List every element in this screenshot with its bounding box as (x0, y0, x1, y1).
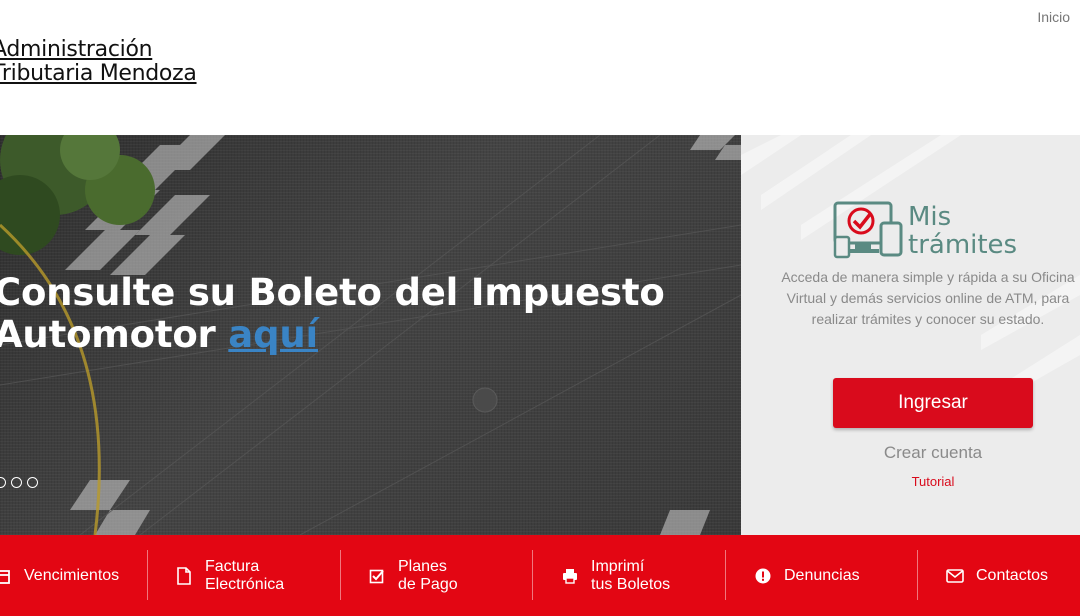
nav-vencimientos[interactable]: Vencimientos (0, 535, 119, 616)
nav-denuncias[interactable]: Denuncias (754, 535, 860, 616)
alert-icon (754, 567, 772, 585)
nav-divider (340, 550, 341, 600)
tutorial-link[interactable]: Tutorial (833, 474, 1033, 489)
checkbox-icon (368, 567, 386, 585)
nav-factura-electronica[interactable]: Factura Electrónica (175, 535, 284, 616)
nav-divider (532, 550, 533, 600)
nav-label: Imprimí tus Boletos (591, 557, 671, 593)
carousel-indicators (0, 477, 38, 488)
printer-icon (561, 567, 579, 585)
calendar-icon (0, 567, 12, 585)
page: Inicio Administración Tributaria Mendoza (0, 0, 1080, 616)
document-icon (175, 566, 193, 585)
nav-label: Vencimientos (24, 566, 120, 584)
hero-headline-text: Consulte su Boleto del Impuesto Automoto… (0, 271, 665, 356)
mis-tramites-brand: Mis trámites (908, 203, 1017, 259)
nav-imprimi-tus-boletos[interactable]: Imprimí tus Boletos (561, 535, 670, 616)
hero-headline: Consulte su Boleto del Impuesto Automoto… (0, 272, 694, 356)
nav-divider (917, 550, 918, 600)
brand-line-1: Mis (908, 202, 952, 232)
ingresar-button[interactable]: Ingresar (833, 378, 1033, 428)
carousel-dot-2[interactable] (11, 477, 22, 488)
nav-planes-de-pago[interactable]: Planes de Pago (368, 535, 458, 616)
panel-description: Acceda de manera simple y rápida a su Of… (781, 269, 1075, 327)
nav-label: Factura Electrónica (205, 557, 285, 593)
hero-carousel[interactable]: Consulte su Boleto del Impuesto Automoto… (0, 135, 741, 535)
nav-label: Contactos (976, 566, 1049, 584)
nav-contactos[interactable]: Contactos (946, 535, 1048, 616)
nav-divider (725, 550, 726, 600)
logo-line-2: Tributaria Mendoza (0, 61, 197, 86)
quick-access-bar: Vencimientos Factura Electrónica Planes de… (0, 535, 1080, 616)
crear-cuenta-link[interactable]: Crear cuenta (833, 443, 1033, 463)
site-logo[interactable]: Administración Tributaria Mendoza (0, 38, 197, 86)
logo-line-1: Administración (0, 37, 153, 62)
inicio-link[interactable]: Inicio (1037, 9, 1070, 25)
nav-label: Denuncias (784, 566, 860, 584)
nav-label: Planes de Pago (398, 557, 458, 593)
carousel-dot-1[interactable] (0, 477, 6, 488)
mis-tramites-devices-icon (833, 201, 903, 259)
brand-line-2: trámites (908, 230, 1018, 260)
mis-tramites-panel: Mis trámites Acceda de manera simple y r… (741, 135, 1080, 535)
envelope-icon (946, 567, 964, 585)
hero-aqui-link[interactable]: aquí (228, 313, 318, 356)
site-header: Inicio Administración Tributaria Mendoza (0, 0, 1080, 135)
nav-divider (147, 550, 148, 600)
carousel-dot-3[interactable] (27, 477, 38, 488)
